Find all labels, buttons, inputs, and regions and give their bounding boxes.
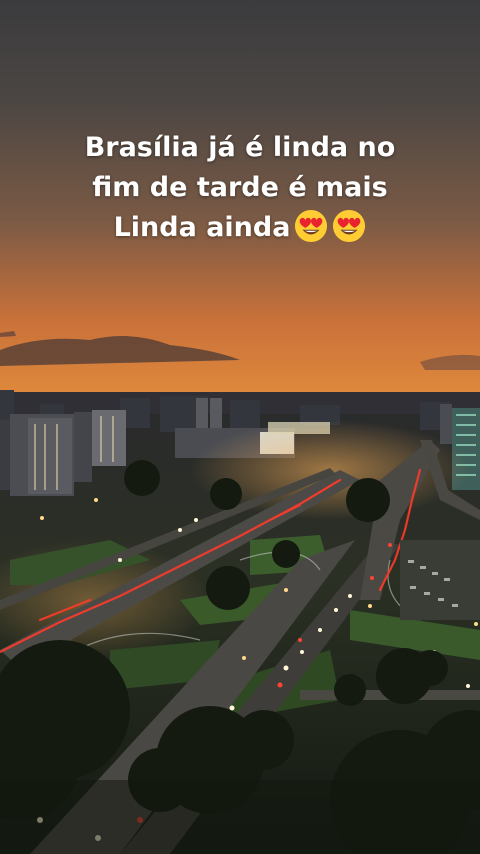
heart-eyes-emoji-icon [332,209,366,243]
story-caption: Brasília já é linda no fim de tarde é ma… [40,128,440,248]
story-frame: Brasília já é linda no fim de tarde é ma… [0,0,480,854]
heart-eyes-emoji-icon [294,209,328,243]
caption-line-3-text: Linda ainda [113,212,291,243]
caption-line-1: Brasília já é linda no [84,132,396,163]
caption-line-2: fim de tarde é mais [92,172,388,203]
caption-line-3: Linda ainda [40,208,440,248]
